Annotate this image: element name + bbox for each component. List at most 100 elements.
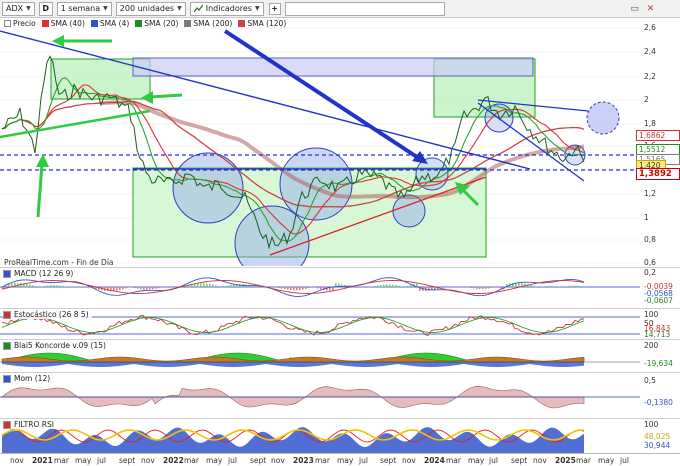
price-tag-level: 1,3892 — [636, 168, 680, 180]
indicator-icon — [3, 420, 11, 429]
legend-item-sma20[interactable]: SMA (20) — [135, 19, 178, 28]
macd-title[interactable]: MACD (12 26 9) — [3, 269, 77, 278]
macd-panel[interactable]: MACD (12 26 9) 0,2 -0,0039 -0,0568 -0,06… — [0, 267, 680, 307]
green-arrow-head — [36, 154, 49, 167]
macd-bar — [392, 284, 394, 287]
momentum-panel[interactable]: Mom (12) 0,5 -0,1380 — [0, 372, 680, 417]
price-axis-label: 0,8 — [644, 235, 656, 244]
indicator-icon — [3, 310, 11, 319]
time-label-month: nov — [10, 456, 24, 465]
macd-bar — [395, 285, 397, 287]
time-label-month: sept — [250, 456, 267, 465]
macd-bar — [572, 285, 574, 287]
target-circle-marker[interactable] — [586, 101, 620, 135]
legend-item-sma4[interactable]: SMA (4) — [90, 19, 130, 28]
price-axis-label: 1 — [644, 213, 649, 222]
time-label-month: jul — [97, 456, 106, 465]
legend-item-sma120[interactable]: SMA (120) — [238, 19, 286, 28]
price-chart-canvas[interactable] — [0, 19, 680, 281]
time-label-month: may — [598, 456, 615, 465]
stochastic-canvas — [0, 314, 640, 336]
chevron-down-icon: ▼ — [26, 5, 31, 12]
macd-bar — [200, 283, 202, 287]
indicators-button[interactable]: Indicadores ▼ — [189, 1, 264, 16]
koncorde-panel[interactable]: Blai5 Koncorde v.09 (15) 200 -19,634 — [0, 339, 680, 371]
indicator-icon — [3, 341, 11, 350]
macd-bar — [287, 287, 289, 290]
macd-bar — [410, 285, 412, 287]
time-label-year: 2021 — [32, 456, 53, 465]
indicator-icon — [3, 269, 11, 278]
macd-bar — [575, 285, 577, 287]
macd-bar — [56, 285, 58, 287]
legend-item-sma40[interactable]: SMA (40) — [41, 19, 85, 28]
momentum-title[interactable]: Mom (12) — [3, 374, 54, 383]
restore-icon[interactable]: ▭ — [628, 2, 641, 15]
macd-bar — [389, 284, 391, 287]
time-label-month: nov — [533, 456, 547, 465]
macd-bar — [491, 287, 493, 288]
macd-bar — [26, 283, 28, 287]
stochastic-title[interactable]: Estocástico (26 8 5) — [3, 310, 92, 319]
stochastic-panel[interactable]: Estocástico (26 8 5) 100 50 16,843 14,71… — [0, 308, 680, 339]
blue-arrow[interactable] — [223, 29, 422, 161]
macd-bar — [479, 287, 481, 289]
green-arrow-mid[interactable] — [149, 93, 183, 99]
koncorde-title[interactable]: Blai5 Koncorde v.09 (15) — [3, 341, 109, 350]
macd-bar — [143, 287, 145, 290]
circle-marker[interactable] — [392, 194, 426, 228]
macd-bar — [290, 287, 292, 290]
price-axis-label: 1,8 — [644, 119, 656, 128]
chevron-down-icon: ▼ — [177, 5, 182, 12]
drawing-tools-select[interactable] — [284, 1, 445, 16]
panel-value: -0,1380 — [644, 398, 673, 407]
legend-label: SMA (40) — [50, 19, 85, 28]
stochastic-d-line — [1, 317, 585, 333]
legend-item-price[interactable]: Precio — [4, 19, 36, 28]
time-label-month: jul — [489, 456, 498, 465]
time-label-month: jul — [620, 456, 629, 465]
macd-bar — [383, 284, 385, 287]
chart-toolbar: ADX ▼ D 1 semana ▼ 200 unidades ▼ Indica… — [0, 0, 680, 18]
time-label-month: may — [206, 456, 223, 465]
indicators-label: Indicadores — [205, 4, 252, 13]
legend-label: SMA (120) — [247, 19, 287, 28]
period-button[interactable]: D — [38, 1, 53, 16]
price-axis-label: 2,4 — [644, 47, 656, 56]
macd-bar — [476, 287, 478, 289]
time-label-month: may — [337, 456, 354, 465]
macd-bar — [536, 286, 538, 287]
close-icon[interactable]: ✕ — [644, 2, 657, 15]
macd-bar — [119, 287, 121, 290]
time-label-month: mar — [54, 456, 69, 465]
legend-swatch — [238, 20, 246, 27]
units-select[interactable]: 200 unidades ▼ — [115, 1, 186, 16]
panel-axis-label: 200 — [644, 341, 659, 350]
panel-title-label: Estocástico (26 8 5) — [14, 310, 89, 319]
green-arrow-bottom[interactable] — [36, 163, 44, 218]
macd-bar — [374, 285, 376, 287]
macd-bar — [209, 283, 211, 287]
macd-bar — [230, 284, 232, 287]
circle-marker[interactable] — [172, 152, 244, 224]
macd-bar — [158, 287, 160, 289]
legend-label: SMA (4) — [99, 19, 130, 28]
resistance-band-rect[interactable] — [132, 57, 534, 77]
price-axis-label: 2,2 — [644, 72, 656, 81]
timeframe-select[interactable]: 1 semana ▼ — [56, 1, 112, 16]
macd-bar — [470, 287, 472, 289]
rsi-filter-panel[interactable]: FILTRO RSI 100 48,025 30,944 — [0, 418, 680, 453]
macd-bar — [530, 284, 532, 287]
add-indicator-button[interactable]: + — [268, 2, 281, 15]
rsi-filter-title[interactable]: FILTRO RSI — [3, 420, 57, 429]
macd-bar — [569, 285, 571, 287]
macd-bar — [155, 287, 157, 289]
price-chart[interactable]: Precio SMA (40) SMA (4) SMA (20) SMA (20… — [0, 19, 680, 281]
macd-bar — [44, 285, 46, 287]
symbol-select[interactable]: ADX ▼ — [2, 1, 35, 16]
chevron-down-icon: ▼ — [254, 5, 260, 12]
legend-item-sma200[interactable]: SMA (200) — [184, 19, 232, 28]
data-credit: ProRealTime.com - Fin de Día — [4, 258, 114, 267]
macd-bar — [35, 286, 37, 287]
macd-bar — [581, 286, 583, 287]
